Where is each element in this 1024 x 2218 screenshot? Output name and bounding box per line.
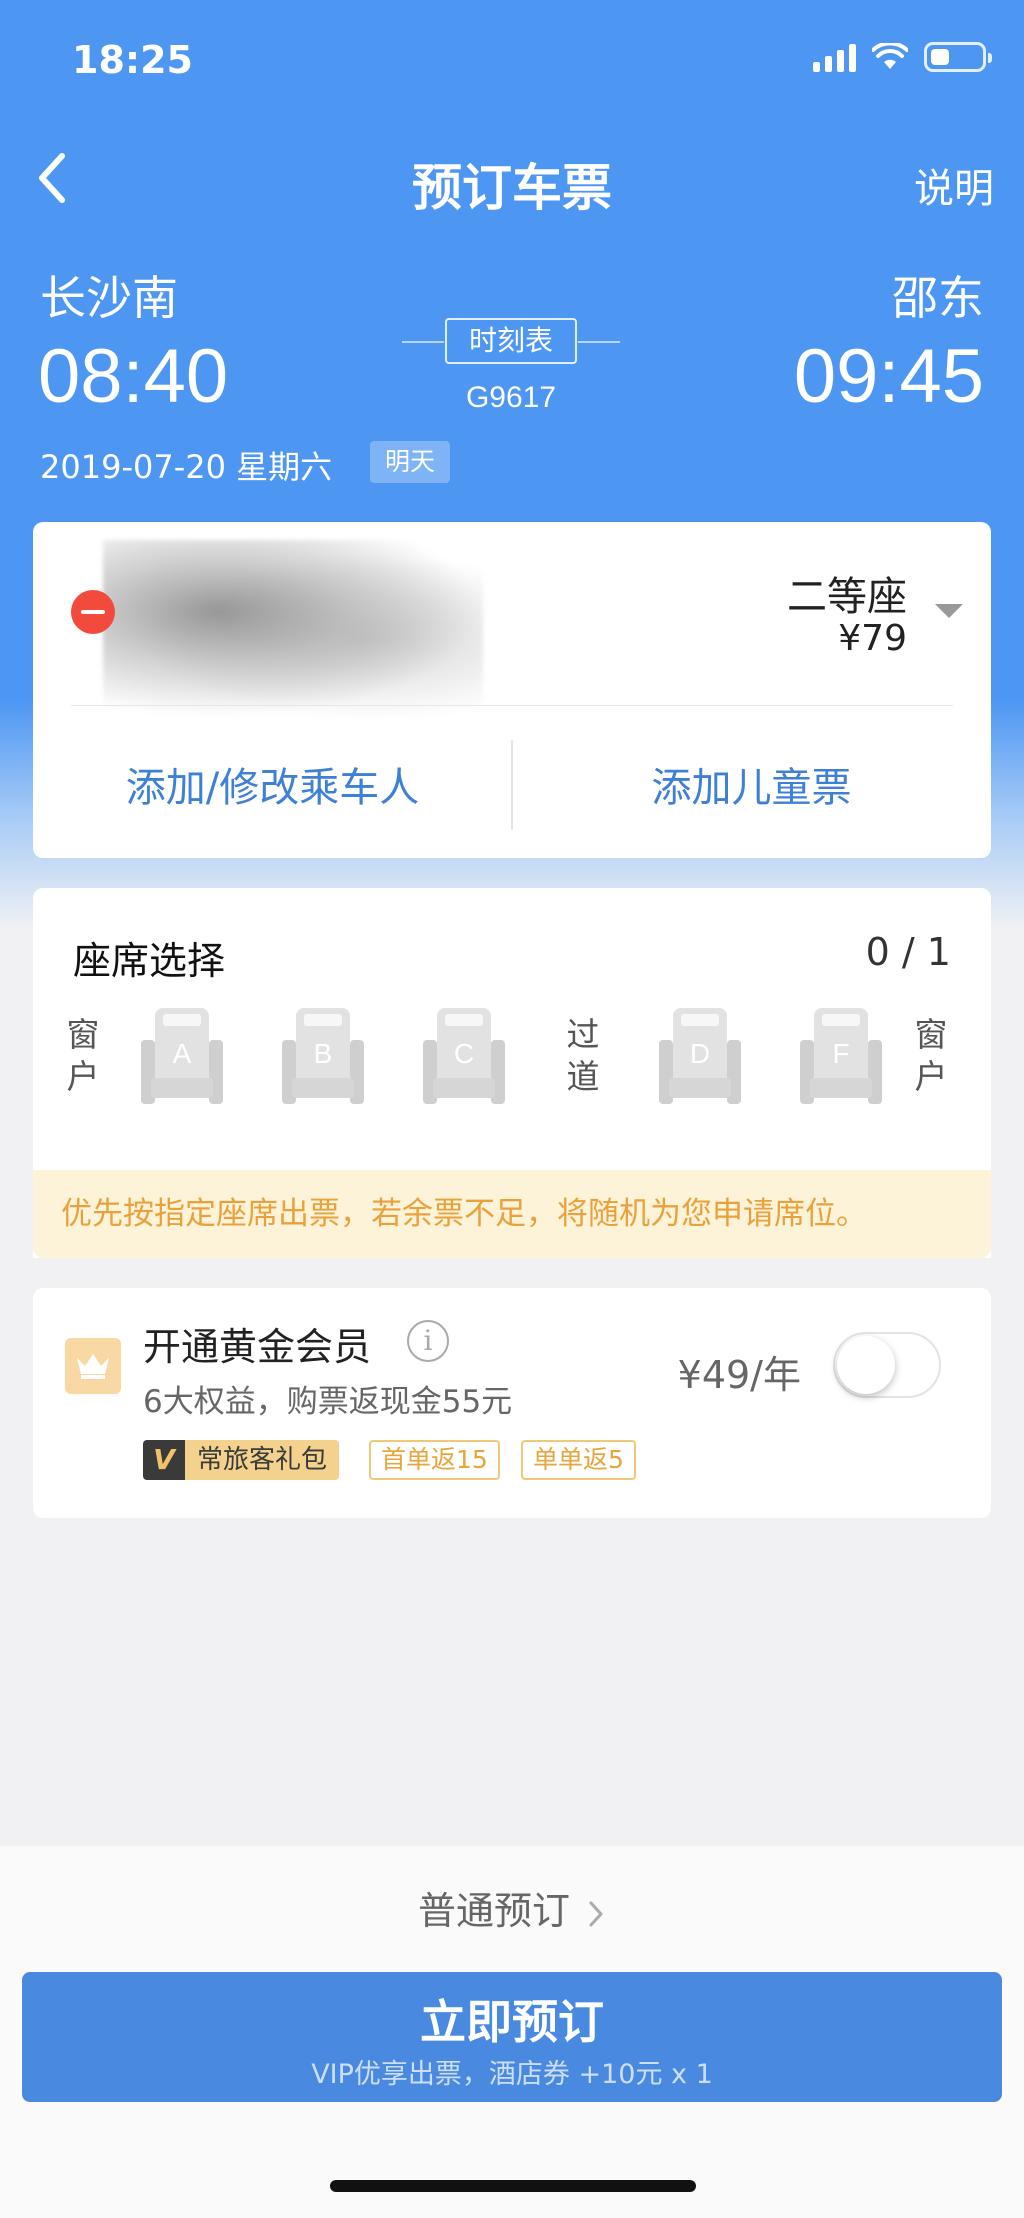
normal-booking-label: 普通预订 <box>417 1889 570 1933</box>
home-indicator[interactable] <box>330 2180 696 2192</box>
ticket-price: ¥79 <box>838 618 907 659</box>
travel-date: 2019-07-20 星期六 <box>40 448 333 486</box>
seat-selection-count: 0 / 1 <box>865 930 951 974</box>
timetable-line-left <box>402 341 444 343</box>
window-label-left: 窗户 <box>66 1015 100 1096</box>
booking-page: 18:25 预订车票 说明 长沙南 邵东 08:40 09:45 时刻表 G96… <box>0 0 1024 2218</box>
seat-class[interactable]: 二等座 <box>787 564 907 622</box>
seat-f[interactable]: F <box>800 1008 882 1108</box>
timetable-line-right <box>578 341 620 343</box>
chevron-right-icon <box>589 1901 603 1926</box>
train-number: G9617 <box>465 381 557 414</box>
passenger-info-redacted <box>103 540 483 718</box>
seat-a[interactable]: A <box>141 1008 223 1108</box>
seat-letter: F <box>832 1038 850 1069</box>
passenger-card: 二等座 ¥79 添加/修改乘车人 添加儿童票 <box>33 522 991 858</box>
signal-icon <box>813 42 856 72</box>
timetable-button[interactable]: 时刻表 <box>445 318 577 364</box>
seat-selection-title: 座席选择 <box>73 939 226 983</box>
divider <box>71 705 953 706</box>
crown-icon <box>65 1338 121 1394</box>
add-child-ticket-button[interactable]: 添加儿童票 <box>512 740 991 836</box>
departure-station: 长沙南 <box>40 271 178 325</box>
seat-letter: B <box>313 1038 333 1069</box>
seat-c[interactable]: C <box>423 1008 505 1108</box>
book-now-label: 立即预订 <box>420 1995 604 2049</box>
tag-first-order: 首单返15 <box>369 1440 500 1480</box>
vip-subtitle: 6大权益，购票返现金55元 <box>143 1384 513 1420</box>
tag-each-order: 单单返5 <box>521 1440 636 1480</box>
day-badge: 明天 <box>370 441 450 483</box>
book-now-button[interactable]: 立即预订 VIP优享出票，酒店券 +10元 x 1 <box>22 1972 1002 2102</box>
help-link[interactable]: 说明 <box>914 156 994 214</box>
timetable-group: 时刻表 <box>402 318 620 364</box>
info-icon[interactable]: i <box>407 1320 449 1362</box>
normal-booking-link[interactable]: 普通预订 <box>0 1880 1024 1935</box>
arrival-station: 邵东 <box>892 271 984 325</box>
seat-letter: D <box>689 1038 711 1069</box>
page-title: 预订车票 <box>412 159 612 217</box>
status-icons <box>813 42 992 72</box>
gift-badge: V 常旅客礼包 <box>143 1440 340 1480</box>
departure-time: 08:40 <box>38 334 229 419</box>
seat-letter: A <box>172 1038 192 1069</box>
vip-v-icon: V <box>143 1440 185 1480</box>
caret-down-icon[interactable] <box>935 604 963 618</box>
seat-b[interactable]: B <box>282 1008 364 1108</box>
arrival-time: 09:45 <box>793 334 984 419</box>
status-time: 18:25 <box>72 38 193 82</box>
status-bar: 18:25 <box>0 0 1024 120</box>
seat-letter: C <box>453 1038 475 1069</box>
wifi-icon <box>872 43 908 69</box>
vip-card: 开通黄金会员 i 6大权益，购票返现金55元 ¥49/年 V 常旅客礼包 首单返… <box>33 1288 991 1518</box>
add-passenger-button[interactable]: 添加/修改乘车人 <box>33 740 512 836</box>
toggle-knob <box>837 1336 895 1394</box>
window-label-right: 窗户 <box>914 1015 948 1096</box>
seat-d[interactable]: D <box>659 1008 741 1108</box>
gift-badge-text: 常旅客礼包 <box>185 1440 340 1480</box>
seat-notice: 优先按指定座席出票，若余票不足，将随机为您申请席位。 <box>33 1170 991 1258</box>
battery-icon <box>924 42 992 72</box>
aisle-label: 过道 <box>566 1015 600 1096</box>
remove-passenger-icon[interactable] <box>71 590 115 634</box>
book-now-subtitle: VIP优享出票，酒店券 +10元 x 1 <box>311 2059 713 2090</box>
vip-price: ¥49/年 <box>677 1353 801 1397</box>
vip-toggle[interactable] <box>833 1332 941 1398</box>
vip-title: 开通黄金会员 <box>143 1325 372 1369</box>
